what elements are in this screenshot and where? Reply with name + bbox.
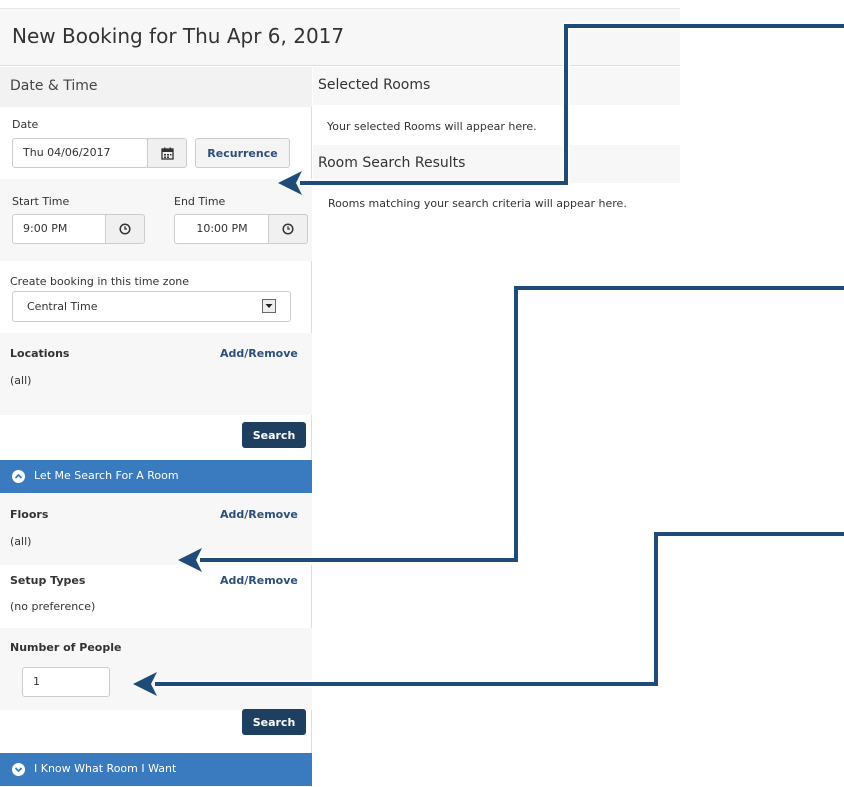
search-button[interactable]: Search — [242, 422, 306, 448]
end-time-input[interactable]: 10:00 PM — [174, 214, 270, 244]
timezone-label: Create booking in this time zone — [10, 275, 190, 288]
selected-rooms-title: Selected Rooms — [318, 77, 431, 93]
clock-icon — [119, 223, 131, 235]
setup-types-add-remove-link[interactable]: Add/Remove — [220, 574, 298, 587]
locations-add-remove-link[interactable]: Add/Remove — [220, 347, 298, 360]
know-room-toggle[interactable]: I Know What Room I Want — [0, 753, 312, 786]
date-label: Date — [12, 118, 39, 131]
floors-add-remove-link[interactable]: Add/Remove — [220, 508, 298, 521]
locations-section-bg — [0, 333, 312, 415]
locations-value: (all) — [10, 374, 32, 387]
start-time-label: Start Time — [12, 195, 70, 208]
booking-app: New Booking for Thu Apr 6, 2017 Date & T… — [0, 0, 680, 787]
clock-icon — [282, 223, 294, 235]
selected-rooms-header: Selected Rooms — [313, 67, 680, 105]
start-time-clock-button[interactable] — [105, 214, 145, 244]
setup-types-label: Setup Types — [10, 574, 86, 587]
start-time-input[interactable]: 9:00 PM — [12, 214, 107, 244]
calendar-button[interactable] — [147, 138, 187, 168]
timezone-select[interactable]: Central Time — [12, 291, 291, 322]
floors-value: (all) — [10, 535, 32, 548]
search-results-title: Room Search Results — [318, 155, 466, 171]
recurrence-button[interactable]: Recurrence — [195, 138, 290, 168]
locations-label: Locations — [10, 347, 70, 360]
let-me-search-toggle[interactable]: Let Me Search For A Room — [0, 460, 312, 493]
date-time-panel-header: Date & Time — [0, 67, 312, 107]
floors-label: Floors — [10, 508, 49, 521]
end-time-clock-button[interactable] — [268, 214, 308, 244]
search-results-header: Room Search Results — [313, 145, 680, 183]
calendar-icon — [160, 147, 174, 160]
selected-rooms-text: Your selected Rooms will appear here. — [327, 120, 537, 133]
end-time-label: End Time — [174, 195, 226, 208]
search-button-2[interactable]: Search — [242, 709, 306, 735]
let-me-search-label: Let Me Search For A Room — [34, 469, 179, 482]
page-header: New Booking for Thu Apr 6, 2017 — [0, 8, 680, 66]
chevron-down-circle-icon — [12, 763, 25, 776]
dropdown-arrow-icon[interactable] — [262, 299, 276, 313]
date-input[interactable]: Thu 04/06/2017 — [12, 138, 148, 168]
timezone-value: Central Time — [27, 300, 98, 313]
chevron-up-circle-icon — [12, 470, 25, 483]
floors-section-bg — [0, 493, 312, 565]
search-results-text: Rooms matching your search criteria will… — [328, 197, 627, 210]
people-label: Number of People — [10, 641, 122, 654]
people-input[interactable]: 1 — [22, 667, 110, 697]
setup-types-value: (no preference) — [10, 600, 96, 613]
know-room-label: I Know What Room I Want — [34, 762, 177, 775]
left-panel: Date & Time Date Thu 04/06/2017 Recurren… — [0, 67, 312, 787]
right-panel: Selected Rooms Your selected Rooms will … — [313, 67, 680, 787]
panel-title: Date & Time — [10, 78, 98, 94]
page-title: New Booking for Thu Apr 6, 2017 — [12, 24, 345, 48]
